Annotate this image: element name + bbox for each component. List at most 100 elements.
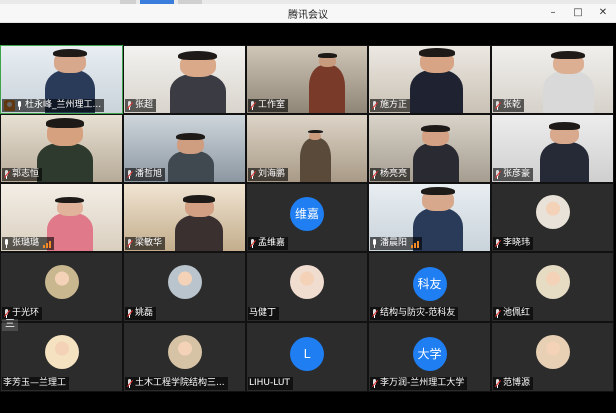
person-hair <box>421 187 455 196</box>
bottom-toolbar-area <box>0 392 616 413</box>
participant-tile[interactable]: 张超 <box>123 45 246 114</box>
participant-tile[interactable]: 杨亮亮 <box>368 114 491 183</box>
avatar <box>535 264 570 299</box>
participant-name-label: 潘晨阳 <box>370 237 423 250</box>
participant-name-label: 张乾 <box>493 99 525 112</box>
participant-name-label: 杜永峰_兰州理工... <box>2 99 105 112</box>
avatar <box>167 264 202 299</box>
participant-name-label: 李芳玉—兰理工 <box>2 377 70 390</box>
participant-name-label: 杨亮亮 <box>370 168 411 181</box>
avatar: 科友 <box>412 266 447 301</box>
participant-name: LIHU-LUT <box>249 378 290 388</box>
mic-muted-icon <box>494 170 501 179</box>
person-body <box>412 143 459 182</box>
mic-muted-icon <box>249 101 256 110</box>
mic-muted-icon <box>126 379 133 388</box>
window-controls: – □ ✕ <box>546 6 610 20</box>
participant-name: 土木工程学院结构三... <box>135 378 225 388</box>
participant-tile[interactable]: 李晓玮 <box>491 183 614 252</box>
participant-tile[interactable]: 张乾 <box>491 45 614 114</box>
avatar <box>290 264 324 299</box>
participant-name: 梁敏华 <box>135 238 163 248</box>
mic-icon <box>3 239 10 248</box>
participant-tile[interactable]: 潘哲旭 <box>123 114 246 183</box>
participant-tile[interactable]: 李芳玉—兰理工 <box>0 322 123 392</box>
avatar: 大学 <box>412 336 447 371</box>
avatar: 维嘉 <box>290 197 324 232</box>
participant-tile[interactable]: 施方正 <box>368 45 491 114</box>
person-body <box>37 143 93 182</box>
participant-tile[interactable]: 张彦豪 <box>491 114 614 183</box>
avatar <box>535 334 570 369</box>
person-hair <box>421 125 451 133</box>
participant-tile[interactable]: 杜永峰_兰州理工... <box>0 45 123 114</box>
participant-name: 李万润-兰州理工大学 <box>380 378 465 388</box>
participant-name-label: 马健丁 <box>248 307 280 320</box>
participant-name-label: 郭志恒 <box>2 168 43 181</box>
participant-tile[interactable]: 马健丁 <box>246 252 368 322</box>
participant-tile[interactable]: 郭志恒 <box>0 114 123 183</box>
participant-name-label: 刘海鹏 <box>248 168 289 181</box>
participant-tile[interactable]: 科友结构与防灾-范科友 <box>368 252 491 322</box>
participant-name: 姚磊 <box>135 308 154 318</box>
person-body <box>309 64 346 113</box>
participant-name: 孟维嘉 <box>258 238 286 248</box>
participant-name: 杨亮亮 <box>380 169 408 179</box>
person-body <box>410 70 464 113</box>
participant-name-label: 结构与防灾-范科友 <box>370 307 459 320</box>
participant-name-label: 施方正 <box>370 99 411 112</box>
avatar <box>44 334 79 369</box>
person-hair <box>183 195 215 203</box>
mic-icon <box>16 101 23 110</box>
avatar <box>535 195 570 230</box>
participant-grid: 杜永峰_兰州理工... 张超 工作室 施方正 张乾郭志恒 潘哲旭 刘海鹏 杨亮亮 张彦豪张璐璐 梁… <box>0 45 616 392</box>
participant-name-label: 潘哲旭 <box>125 168 166 181</box>
participant-tile[interactable]: L LIHU-LUT <box>246 322 368 392</box>
minimize-button[interactable]: – <box>546 6 560 20</box>
participant-tile[interactable]: 姚磊 <box>123 252 246 322</box>
participant-name-label: 池佩红 <box>493 307 534 320</box>
participant-tile[interactable]: 土木工程学院结构三... <box>123 322 246 392</box>
person-body <box>540 141 589 182</box>
person-hair <box>551 50 586 59</box>
participant-tile[interactable]: 维嘉 孟维嘉 <box>246 183 368 252</box>
person-hair <box>176 133 206 141</box>
participant-tile[interactable]: 刘海鹏 <box>246 114 368 183</box>
mic-muted-icon <box>126 101 133 110</box>
mic-muted-icon <box>249 170 256 179</box>
participant-tile[interactable]: 潘晨阳 <box>368 183 491 252</box>
person-hair <box>418 48 455 57</box>
participant-name-label: 孟维嘉 <box>248 237 289 250</box>
participant-tile[interactable]: 于光环 <box>0 252 123 322</box>
participant-tile[interactable]: 大学李万润-兰州理工大学 <box>368 322 491 392</box>
participant-name-label: 范博源 <box>493 377 534 390</box>
maximize-button[interactable]: □ <box>571 6 585 20</box>
window-title: 腾讯会议 <box>288 10 328 21</box>
avatar <box>44 264 79 299</box>
participant-name-label: 梁敏华 <box>125 237 166 250</box>
participant-name: 潘哲旭 <box>135 169 163 179</box>
close-button[interactable]: ✕ <box>596 6 610 20</box>
person-hair <box>317 53 337 58</box>
participant-tile[interactable]: 池佩红 <box>491 252 614 322</box>
participant-tile[interactable]: 工作室 <box>246 45 368 114</box>
participant-name: 池佩红 <box>503 308 531 318</box>
participant-name: 郭志恒 <box>12 169 40 179</box>
mic-icon <box>371 239 378 248</box>
participant-name-label: 张彦豪 <box>493 168 534 181</box>
more-menu-button[interactable]: 三 <box>2 319 18 331</box>
participant-name: 刘海鹏 <box>258 169 286 179</box>
mic-muted-icon <box>494 239 501 248</box>
participant-tile[interactable]: 张璐璐 <box>0 183 123 252</box>
participant-name: 张彦豪 <box>503 169 531 179</box>
participant-tile[interactable]: 梁敏华 <box>123 183 246 252</box>
mic-muted-icon <box>371 309 378 318</box>
volume-indicator-icon <box>43 239 52 248</box>
participant-name: 结构与防灾-范科友 <box>380 308 456 318</box>
mic-muted-icon <box>3 309 10 318</box>
person-hair <box>178 50 218 60</box>
person-hair <box>55 196 85 204</box>
participant-tile[interactable]: 范博源 <box>491 322 614 392</box>
participant-name: 施方正 <box>380 100 408 110</box>
mic-muted-icon <box>371 379 378 388</box>
